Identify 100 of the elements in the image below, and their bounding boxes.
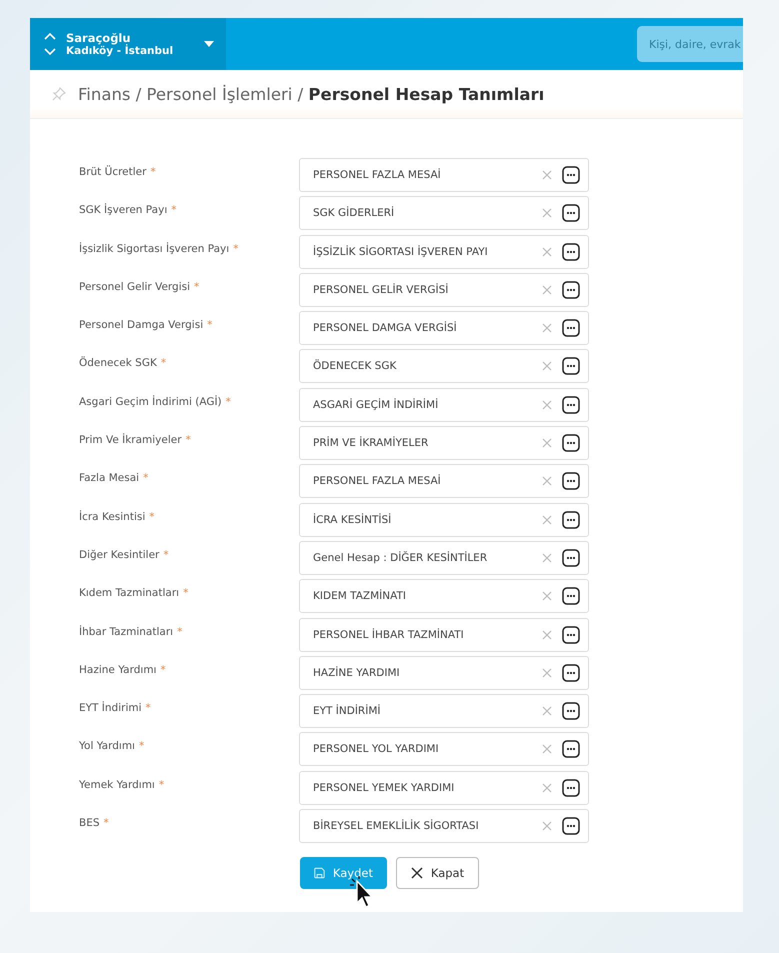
field-label: Brüt Ücretler * [79, 164, 157, 180]
account-field[interactable]: PERSONEL FAZLA MESAİ [299, 158, 589, 192]
breadcrumb: Finans / Personel İşlemleri / Personel Hesap Tanımları [78, 84, 544, 104]
field-label: Yol Yardımı * [79, 739, 146, 754]
more-icon[interactable] [562, 664, 580, 682]
field-value: BİREYSEL EMEKLİLİK SİGORTASI [313, 820, 480, 832]
account-field[interactable]: BİREYSEL EMEKLİLİK SİGORTASI [299, 809, 589, 844]
required-mark: * [104, 817, 109, 830]
account-field[interactable]: EYT İNDİRİMİ [299, 694, 589, 728]
clear-icon[interactable] [542, 323, 552, 334]
more-icon[interactable] [562, 396, 580, 414]
more-icon[interactable] [562, 740, 580, 758]
field-label: İşsizlik Sigortası İşveren Payı * [79, 241, 240, 257]
field-label: İcra Kesintisi * [79, 509, 156, 525]
close-button[interactable]: Kapat [396, 857, 479, 890]
field-label: Asgari Geçim İndirimi (AGİ) * [79, 394, 232, 410]
field-label: Personel Damga Vergisi * [79, 318, 214, 334]
account-field[interactable]: HAZİNE YARDIMI [299, 656, 589, 690]
clear-icon[interactable] [542, 552, 552, 563]
more-icon[interactable] [562, 587, 580, 606]
more-icon[interactable] [562, 357, 580, 376]
clear-icon[interactable] [542, 400, 552, 410]
more-icon[interactable] [562, 510, 580, 529]
field-value: PERSONEL FAZLA MESAİ [313, 475, 442, 488]
clear-icon[interactable] [542, 668, 552, 678]
site-location: Kadıköy - İstanbul [66, 45, 174, 57]
more-icon[interactable] [562, 626, 580, 644]
search-field[interactable]: Kişi, daire, evrak [637, 26, 743, 62]
required-mark: * [163, 548, 169, 561]
account-field[interactable]: ASGARİ GEÇİM İNDİRİMİ [299, 388, 589, 422]
caret-icon [204, 41, 214, 47]
required-mark: * [177, 626, 182, 638]
required-mark: * [233, 242, 238, 255]
close-icon [410, 867, 423, 880]
field-label: SGK İşveren Payı * [79, 202, 178, 218]
clear-icon[interactable] [542, 591, 552, 602]
more-icon[interactable] [562, 204, 580, 222]
more-icon[interactable] [562, 434, 580, 452]
clear-icon[interactable] [542, 630, 552, 640]
account-field[interactable]: PERSONEL YEMEK YARDIMI [299, 770, 589, 805]
required-mark: * [186, 434, 191, 446]
more-icon[interactable] [562, 472, 580, 490]
clear-icon[interactable] [542, 782, 552, 793]
account-field[interactable]: PRİM VE İKRAMİYELER [299, 426, 589, 460]
chevron-up-down-icon [44, 31, 56, 57]
account-field[interactable]: ÖDENECEK SGK [299, 349, 589, 384]
field-label: Hazine Yardımı * [79, 662, 167, 678]
field-value: ÖDENECEK SGK [313, 360, 398, 372]
field-label: Diğer Kesintiler * [79, 548, 170, 563]
field-value: PERSONEL FAZLA MESAİ [313, 169, 442, 181]
more-icon[interactable] [562, 280, 580, 299]
field-label: EYT İndirimi * [79, 700, 152, 716]
field-value: PERSONEL İHBAR TAZMİNATI [313, 628, 465, 641]
account-field[interactable]: PERSONEL DAMGA VERGİSİ [299, 311, 589, 346]
account-field[interactable]: İŞSİZLİK SİGORTASI İŞVEREN PAYI [299, 234, 589, 269]
clear-icon[interactable] [542, 361, 552, 372]
field-value: İCRA KESİNTİSİ [313, 514, 392, 526]
clear-icon[interactable] [542, 821, 552, 832]
clear-icon[interactable] [542, 744, 552, 754]
account-field[interactable]: KIDEM TAZMİNATI [299, 579, 589, 614]
required-mark: * [138, 740, 144, 752]
clear-icon[interactable] [542, 438, 552, 448]
required-mark: * [194, 280, 200, 293]
account-field[interactable]: Genel Hesap : DİĞER KESİNTİLER [299, 540, 589, 575]
account-field[interactable]: PERSONEL GELİR VERGİSİ [299, 272, 589, 307]
field-value: SGK GİDERLERİ [313, 207, 396, 220]
more-icon[interactable] [562, 319, 580, 338]
more-icon[interactable] [562, 166, 580, 184]
required-mark: * [150, 166, 156, 178]
clear-icon[interactable] [542, 514, 552, 525]
field-label: BES * [79, 816, 110, 832]
more-icon[interactable] [562, 817, 580, 836]
pin-icon[interactable] [52, 87, 66, 101]
account-field[interactable]: PERSONEL FAZLA MESAİ [299, 464, 589, 498]
field-label: İhbar Tazminatları * [79, 624, 184, 640]
more-icon[interactable] [562, 702, 580, 720]
account-field[interactable]: PERSONEL YOL YARDIMI [299, 732, 589, 766]
field-value: PRİM VE İKRAMİYELER [313, 437, 430, 450]
field-label: Personel Gelir Vergisi * [79, 280, 200, 295]
field-label: Kıdem Tazminatları * [79, 586, 190, 602]
required-mark: * [226, 396, 231, 408]
clear-icon[interactable] [542, 246, 552, 257]
save-icon [314, 866, 325, 880]
field-value: ASGARİ GEÇİM İNDİRİMİ [313, 398, 440, 411]
required-mark: * [143, 472, 148, 484]
clear-icon[interactable] [542, 208, 552, 218]
field-label: Prim Ve İkramiyeler * [79, 432, 192, 448]
field-label: Ödenecek SGK * [79, 355, 168, 372]
clear-icon[interactable] [542, 476, 552, 486]
account-field[interactable]: SGK GİDERLERİ [299, 196, 589, 230]
account-field[interactable]: PERSONEL İHBAR TAZMİNATI [299, 618, 589, 652]
more-icon[interactable] [562, 778, 580, 797]
clear-icon[interactable] [542, 170, 552, 180]
clear-icon[interactable] [542, 706, 552, 716]
clear-icon[interactable] [542, 284, 552, 295]
more-icon[interactable] [562, 242, 580, 261]
field-label: Fazla Mesai * [79, 471, 150, 486]
more-icon[interactable] [562, 548, 580, 567]
account-field[interactable]: İCRA KESİNTİSİ [299, 502, 589, 537]
field-value: PERSONEL YOL YARDIMI [313, 743, 440, 756]
